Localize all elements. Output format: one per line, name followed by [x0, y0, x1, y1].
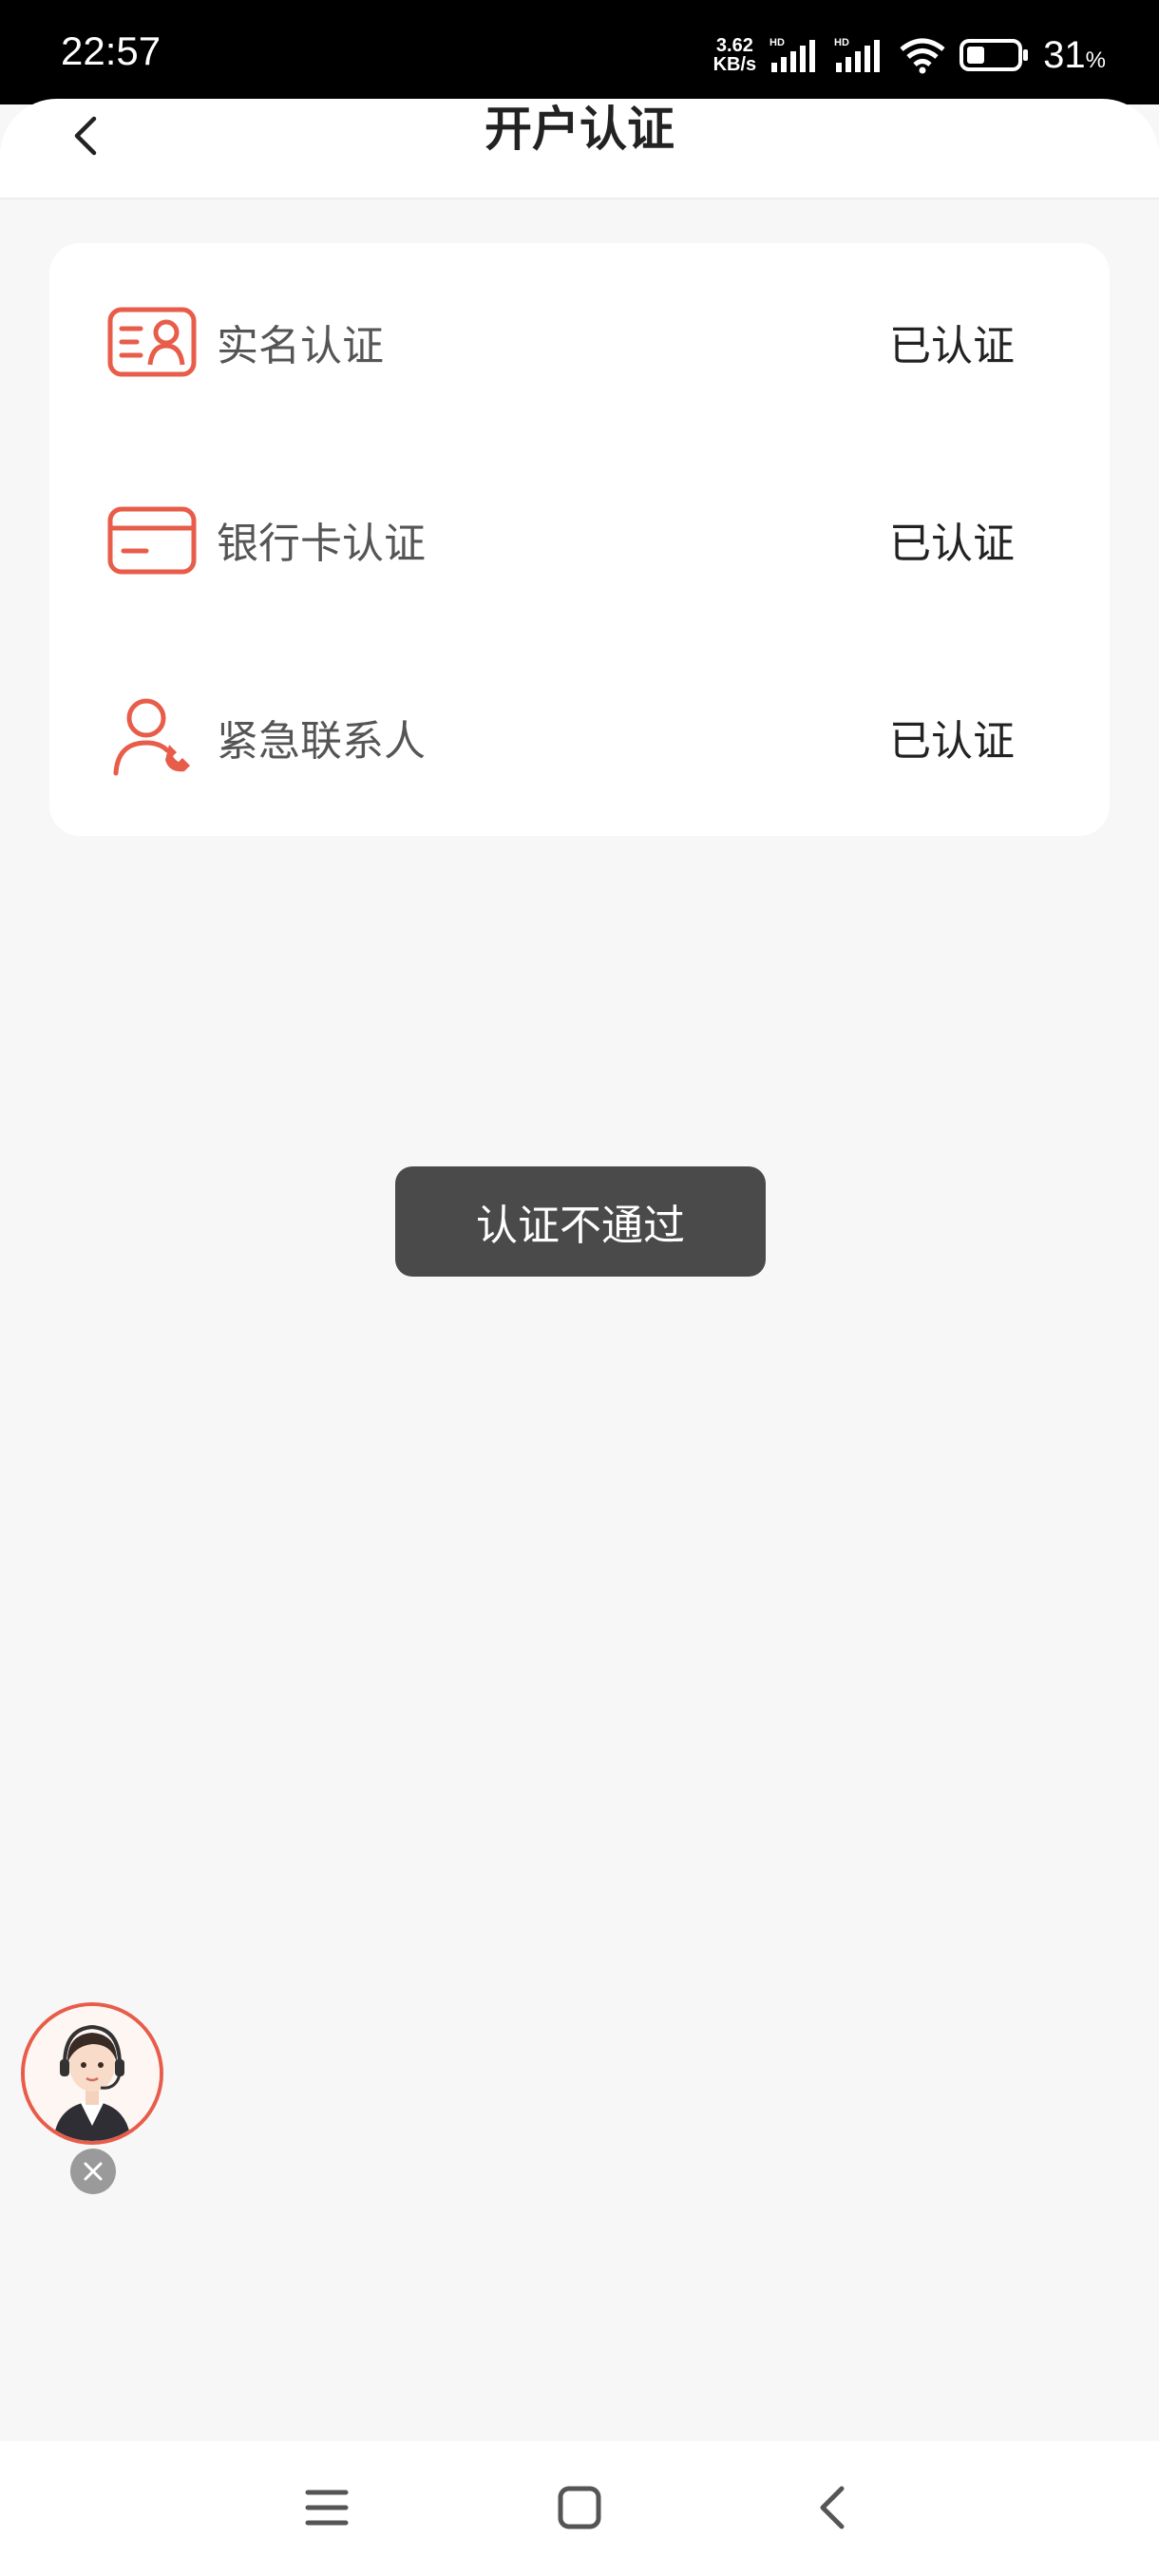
wifi-icon [900, 38, 945, 74]
battery-percent: 31% [1043, 33, 1106, 76]
status-icons: 3.62 KB/s HD HD 31% [713, 28, 1106, 82]
verification-item-emergency-contact[interactable]: 紧急联系人 已认证 [49, 638, 1110, 836]
verification-status: 已认证 [889, 520, 1015, 568]
nav-home-button[interactable] [542, 2470, 618, 2546]
svg-text:HD: HD [834, 37, 849, 48]
status-bar: 22:57 3.62 KB/s HD HD 31% [0, 0, 1159, 104]
contact-phone-icon [113, 698, 190, 776]
page-title: 开户认证 [484, 102, 674, 157]
customer-service-avatar-icon [25, 2006, 160, 2141]
svg-text:HD: HD [770, 37, 785, 48]
verification-item-bankcard[interactable]: 银行卡认证 已认证 [49, 441, 1110, 638]
verification-label: 实名认证 [217, 322, 384, 370]
app-header: 开户认证 [0, 99, 1159, 199]
close-icon [84, 2162, 103, 2181]
verification-item-realname[interactable]: 实名认证 已认证 [49, 243, 1110, 441]
home-icon [558, 2486, 601, 2529]
battery-icon [960, 39, 1029, 71]
verification-status: 已认证 [889, 717, 1015, 766]
nav-back-button[interactable] [794, 2470, 870, 2546]
network-speed: 3.62 KB/s [712, 35, 757, 75]
bank-card-icon [107, 506, 197, 575]
customer-service-button[interactable] [21, 2002, 163, 2145]
signal-icon: HD [770, 37, 816, 72]
toast-message: 认证不通过 [395, 1166, 766, 1277]
close-customer-service-button[interactable] [70, 2149, 116, 2194]
verification-label: 银行卡认证 [217, 520, 426, 568]
id-card-icon [107, 307, 197, 377]
status-time: 22:57 [61, 28, 162, 73]
verification-card: 实名认证 已认证 银行卡认证 已认证 紧急联系人 已认证 [49, 243, 1110, 836]
signal-icon-2: HD [834, 37, 881, 72]
back-icon [820, 2486, 845, 2529]
verification-label: 紧急联系人 [217, 717, 426, 766]
system-nav-bar [0, 2441, 1159, 2576]
menu-icon [305, 2490, 349, 2526]
nav-menu-button[interactable] [289, 2470, 365, 2546]
verification-status: 已认证 [889, 322, 1015, 370]
